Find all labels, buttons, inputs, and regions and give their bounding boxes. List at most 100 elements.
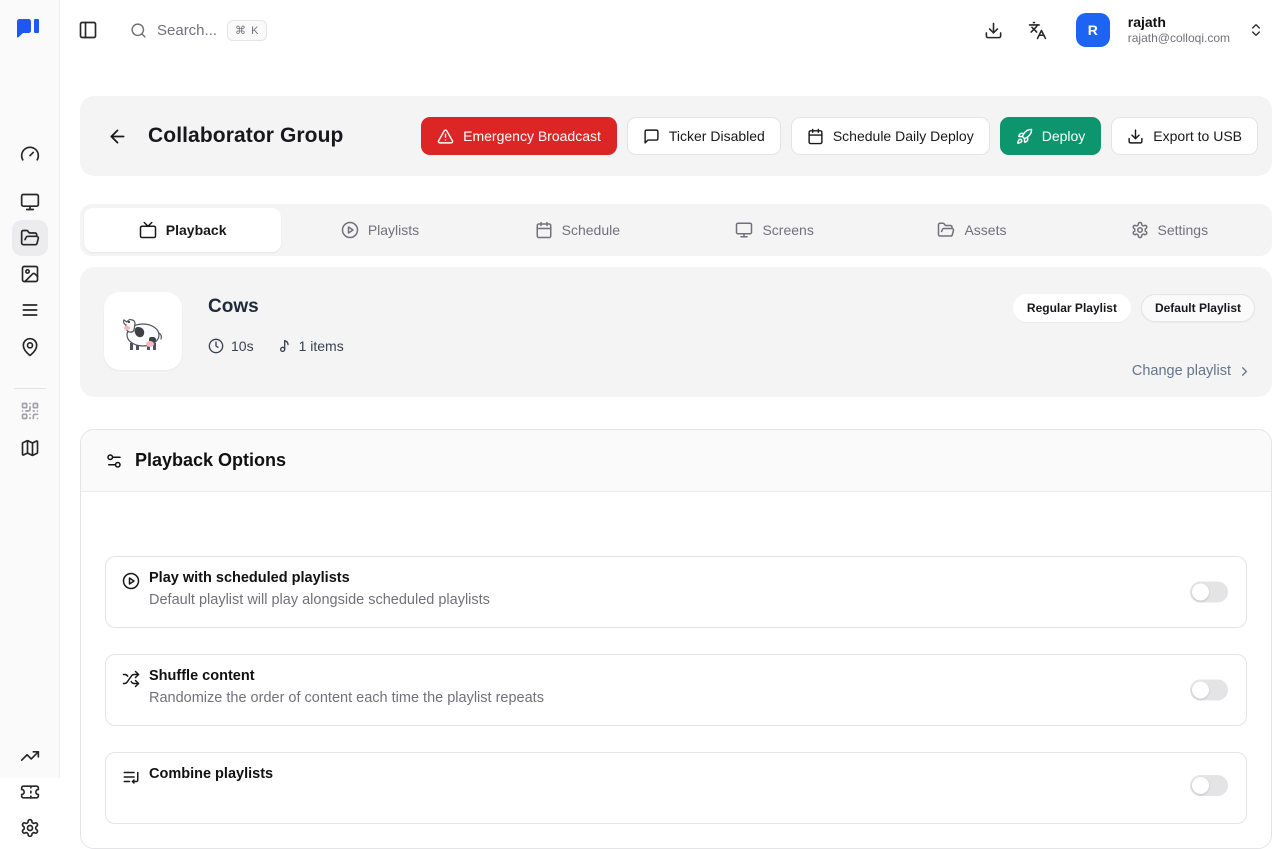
sidebar-item-assets[interactable]: [12, 256, 48, 292]
avatar-initial: R: [1088, 22, 1098, 38]
deploy-button[interactable]: Deploy: [1000, 117, 1102, 155]
toggle-shuffle-content[interactable]: [1190, 680, 1228, 701]
option-title: Shuffle content: [149, 668, 544, 684]
playlist-duration-value: 10s: [231, 338, 254, 354]
schedule-daily-deploy-button[interactable]: Schedule Daily Deploy: [791, 117, 990, 155]
schedule-daily-deploy-label: Schedule Daily Deploy: [833, 128, 974, 144]
list-end-icon: [122, 768, 140, 786]
download-icon: [984, 21, 1003, 40]
deploy-label: Deploy: [1042, 128, 1086, 144]
folder-open-icon: [937, 221, 955, 239]
chevrons-up-down-icon: [1248, 22, 1264, 38]
playlist-card: Cows 10s 1 items Regular Playlist Defa: [80, 267, 1272, 397]
monitor-icon: [20, 192, 40, 212]
user-name: rajath: [1128, 14, 1230, 31]
avatar[interactable]: R: [1076, 13, 1110, 47]
map-pin-icon: [20, 337, 40, 357]
sidebar-item-locations[interactable]: [12, 329, 48, 365]
search-input[interactable]: Search... ⌘ K: [130, 20, 267, 41]
sidebar-item-playlists[interactable]: [12, 292, 48, 328]
playlist-title: Cows: [208, 296, 344, 318]
app-logo[interactable]: [0, 0, 60, 60]
option-row-scheduled: Play with scheduled playlists Default pl…: [105, 556, 1247, 628]
panel-left-icon: [78, 20, 98, 40]
option-text: Combine playlists: [149, 753, 273, 788]
gauge-icon: [20, 144, 40, 164]
emergency-broadcast-button[interactable]: Emergency Broadcast: [421, 117, 617, 155]
tab-assets[interactable]: Assets: [873, 208, 1070, 252]
download-button[interactable]: [976, 12, 1012, 48]
change-playlist-label: Change playlist: [1132, 363, 1231, 379]
sidebar-item-screens[interactable]: [12, 184, 48, 220]
tab-schedule[interactable]: Schedule: [479, 208, 676, 252]
sidebar-toggle-button[interactable]: [70, 12, 106, 48]
toggle-knob: [1192, 584, 1209, 601]
tab-bar: Playback Playlists Schedule Screens Asse…: [80, 204, 1272, 256]
ticker-disabled-button[interactable]: Ticker Disabled: [627, 117, 781, 155]
badge-default-playlist: Default Playlist: [1141, 294, 1255, 322]
clock-icon: [208, 338, 224, 354]
calendar-icon: [807, 128, 824, 145]
rocket-icon: [1016, 128, 1033, 145]
gear-icon: [1131, 221, 1149, 239]
sidebar-item-settings[interactable]: [12, 810, 48, 846]
option-title: Combine playlists: [149, 766, 273, 782]
export-usb-label: Export to USB: [1153, 128, 1242, 144]
back-button[interactable]: [100, 119, 134, 153]
playlist-thumbnail: [104, 292, 182, 370]
tab-screens[interactable]: Screens: [676, 208, 873, 252]
tab-assets-label: Assets: [964, 222, 1006, 238]
search-shortcut-badge: ⌘ K: [227, 20, 267, 41]
playlist-duration: 10s: [208, 338, 254, 354]
playlist-items-value: 1 items: [299, 338, 344, 354]
user-email: rajath@colloqi.com: [1128, 31, 1230, 45]
user-info: rajath rajath@colloqi.com: [1128, 14, 1230, 45]
playback-options-body: Play with scheduled playlists Default pl…: [81, 492, 1271, 824]
badge-regular-playlist: Regular Playlist: [1013, 294, 1131, 322]
toggle-scheduled-playlists[interactable]: [1190, 582, 1228, 603]
toggle-knob: [1192, 682, 1209, 699]
export-usb-button[interactable]: Export to USB: [1111, 117, 1258, 155]
play-circle-icon: [341, 221, 359, 239]
pi-logo-icon: [15, 19, 45, 41]
playlist-items: 1 items: [276, 338, 344, 354]
language-button[interactable]: [1020, 12, 1056, 48]
tab-playback-label: Playback: [166, 222, 227, 238]
sidebar-item-licenses[interactable]: [12, 774, 48, 810]
change-playlist-link[interactable]: Change playlist: [1132, 363, 1252, 379]
shuffle-icon: [122, 670, 140, 688]
ticker-disabled-label: Ticker Disabled: [669, 128, 765, 144]
search-icon: [130, 22, 147, 39]
toggle-combine-playlists[interactable]: [1190, 775, 1228, 796]
option-text: Shuffle content Randomize the order of c…: [149, 655, 544, 706]
sliders-icon: [105, 452, 123, 470]
toggle-knob: [1192, 777, 1209, 794]
sidebar-item-qr[interactable]: [12, 393, 48, 429]
account-menu-button[interactable]: [1244, 12, 1268, 48]
tab-settings[interactable]: Settings: [1071, 208, 1268, 252]
image-icon: [20, 264, 40, 284]
search-placeholder: Search...: [157, 22, 217, 39]
sidebar-item-map[interactable]: [12, 430, 48, 466]
sidebar-item-dashboard[interactable]: [12, 136, 48, 172]
tv-icon: [139, 221, 157, 239]
playlist-badges: Regular Playlist Default Playlist: [1013, 294, 1255, 322]
sidebar-item-groups[interactable]: [12, 220, 48, 256]
side-nav: [0, 60, 60, 778]
list-icon: [20, 300, 40, 320]
sidebar-item-analytics[interactable]: [12, 738, 48, 774]
page-title: Collaborator Group: [148, 124, 343, 148]
calendar-icon: [535, 221, 553, 239]
playback-options-title: Playback Options: [135, 450, 286, 471]
play-circle-icon: [122, 572, 140, 590]
qr-code-icon: [20, 401, 40, 421]
download-icon: [1127, 128, 1144, 145]
tab-playlists[interactable]: Playlists: [281, 208, 478, 252]
tab-schedule-label: Schedule: [562, 222, 620, 238]
playback-options-header: Playback Options: [81, 430, 1271, 492]
ticket-icon: [20, 782, 40, 802]
topbar-actions: R rajath rajath@colloqi.com: [976, 12, 1286, 48]
option-subtitle: Randomize the order of content each time…: [149, 690, 544, 706]
tab-settings-label: Settings: [1158, 222, 1209, 238]
tab-playback[interactable]: Playback: [84, 208, 281, 252]
